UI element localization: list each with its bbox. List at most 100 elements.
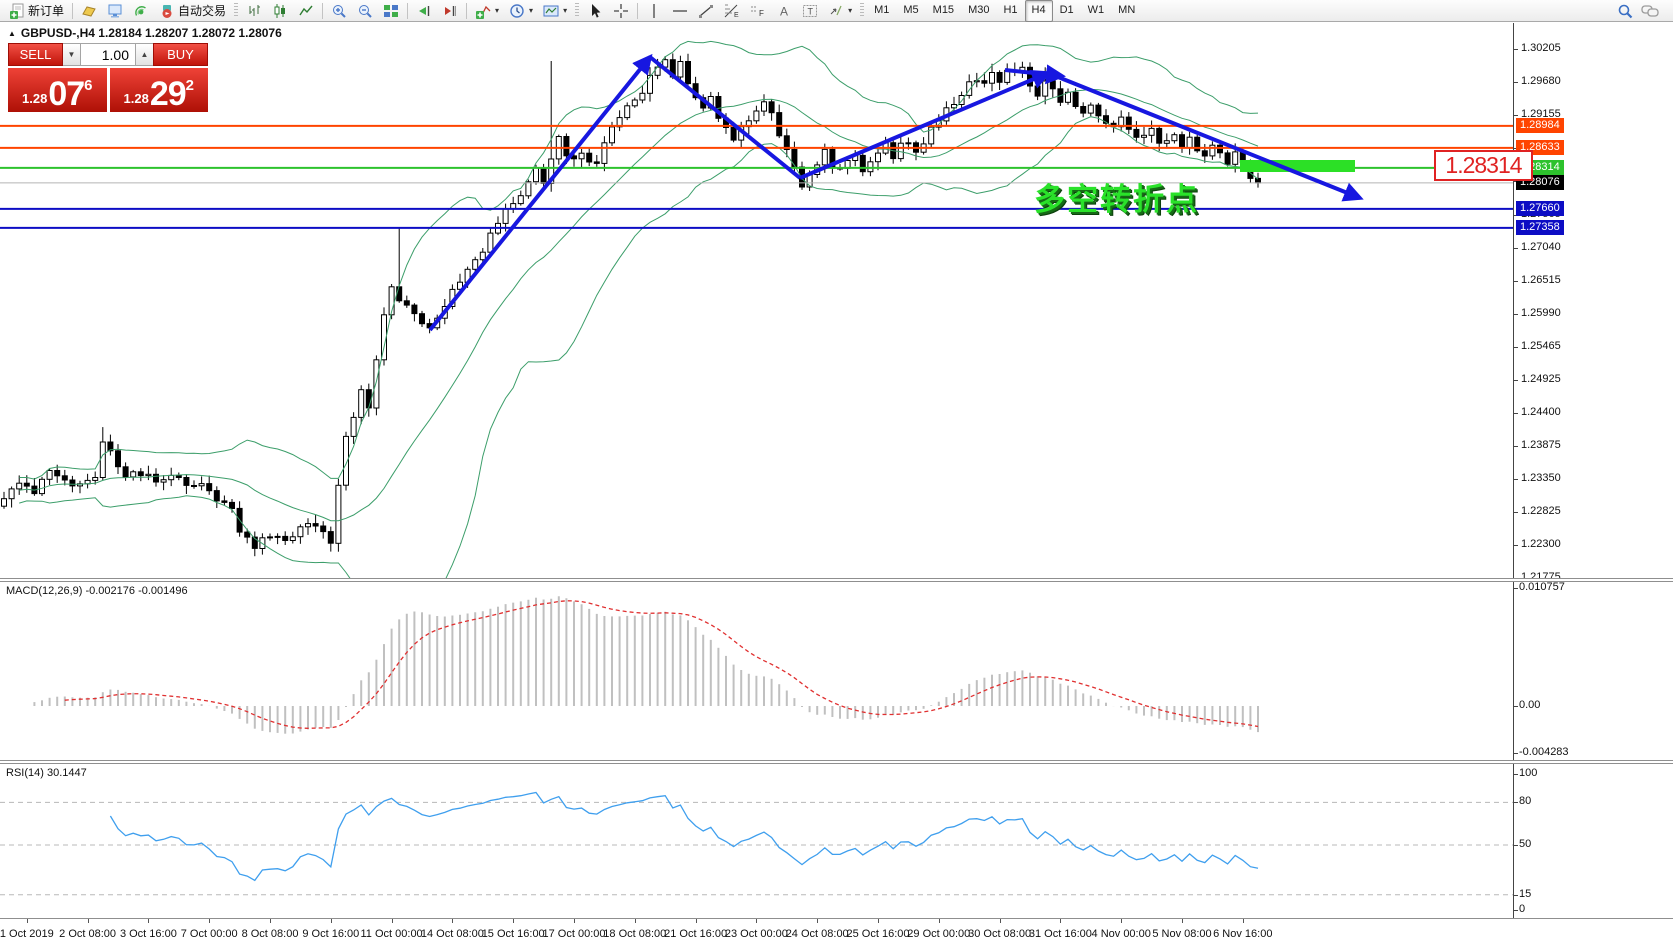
horizontal-line-tool-button[interactable] bbox=[667, 0, 693, 22]
clock-icon bbox=[509, 3, 525, 19]
macd-axis-tick-label: 0.010757 bbox=[1519, 581, 1565, 593]
main-chart-canvas[interactable] bbox=[0, 24, 1513, 578]
turning-point-annotation[interactable]: 多空转折点 bbox=[1034, 174, 1199, 219]
price-level-tag: 1.28984 bbox=[1516, 118, 1564, 133]
timeframe-button-w1[interactable]: W1 bbox=[1081, 0, 1112, 22]
panel-splitter[interactable] bbox=[0, 578, 1673, 582]
volume-input[interactable] bbox=[80, 43, 136, 66]
crosshair-tool-button[interactable] bbox=[608, 0, 634, 22]
timeframe-button-m1[interactable]: M1 bbox=[867, 0, 896, 22]
trade-panel-row1: SELL ▼ ▲ BUY bbox=[8, 43, 208, 66]
sell-button[interactable]: SELL bbox=[8, 43, 63, 66]
trendline-icon bbox=[698, 3, 714, 19]
timeframe-button-h1[interactable]: H1 bbox=[996, 0, 1024, 22]
time-axis-tickmark bbox=[392, 919, 393, 923]
line-chart-icon bbox=[298, 3, 314, 19]
auto-trading-icon bbox=[159, 3, 175, 19]
time-axis-tickmark bbox=[574, 919, 575, 923]
cursor-tool-button[interactable] bbox=[582, 0, 608, 22]
new-order-icon bbox=[9, 3, 25, 19]
vertical-line-tool-button[interactable] bbox=[641, 0, 667, 22]
macd-indicator-label: MACD(12,26,9) -0.002176 -0.001496 bbox=[6, 585, 188, 597]
new-order-button[interactable]: 新订单 bbox=[4, 0, 69, 22]
text-tool-button[interactable]: A bbox=[771, 0, 797, 22]
timeframe-button-h4[interactable]: H4 bbox=[1025, 0, 1053, 22]
time-axis-tickmark bbox=[331, 919, 332, 923]
rsi-axis-tick-label: 15 bbox=[1519, 888, 1531, 900]
macd-axis-tick-label: 0.00 bbox=[1519, 699, 1540, 711]
price-callout-box[interactable]: 1.28314 bbox=[1434, 150, 1533, 181]
rsi-panel-canvas[interactable] bbox=[0, 763, 1513, 918]
candlestick-mode-button[interactable] bbox=[267, 0, 293, 22]
time-axis-tickmark bbox=[1243, 919, 1244, 923]
timeframe-button-m15[interactable]: M15 bbox=[926, 0, 961, 22]
time-axis-label: 4 Nov 00:00 bbox=[1092, 928, 1151, 940]
time-axis-label: 31 Oct 16:00 bbox=[1029, 928, 1092, 940]
time-axis-label: 8 Oct 08:00 bbox=[242, 928, 299, 940]
tile-windows-button[interactable] bbox=[378, 0, 404, 22]
line-chart-mode-button[interactable] bbox=[293, 0, 319, 22]
vertical-line-icon bbox=[646, 3, 662, 19]
fibonacci-tool-button[interactable]: E bbox=[719, 0, 745, 22]
templates-button[interactable]: ▾ bbox=[538, 0, 572, 22]
auto-trading-button[interactable]: 自动交易 bbox=[154, 0, 231, 22]
fibonacci-icon: E bbox=[724, 3, 740, 19]
crosshair-icon bbox=[613, 3, 629, 19]
toolbar-right bbox=[1617, 3, 1669, 19]
timeframe-button-mn[interactable]: MN bbox=[1111, 0, 1142, 22]
auto-scroll-button[interactable] bbox=[411, 0, 437, 22]
price-axis-tick-label: 1.24925 bbox=[1521, 373, 1561, 385]
timeframe-button-m5[interactable]: M5 bbox=[896, 0, 925, 22]
toolbar: 新订单 自动交易 bbox=[0, 0, 1673, 22]
chart-shift-button[interactable] bbox=[437, 0, 463, 22]
price-axis-tick-label: 1.26515 bbox=[1521, 274, 1561, 286]
zoom-in-button[interactable] bbox=[326, 0, 352, 22]
time-axis-label: 25 Oct 16:00 bbox=[847, 928, 910, 940]
time-axis-label: 21 Oct 16:00 bbox=[664, 928, 727, 940]
collapse-panel-icon[interactable]: ▲ bbox=[8, 29, 16, 38]
macd-axis-tick-label: -0.004283 bbox=[1519, 746, 1569, 758]
timeframe-button-d1[interactable]: D1 bbox=[1053, 0, 1081, 22]
shapes-tool-button[interactable]: ▾ bbox=[823, 0, 857, 22]
time-axis-tickmark bbox=[817, 919, 818, 923]
template-icon bbox=[543, 3, 559, 19]
search-icon[interactable] bbox=[1617, 3, 1633, 19]
buy-price-display[interactable]: 1.28 29 2 bbox=[110, 68, 209, 112]
time-axis-tickmark bbox=[696, 919, 697, 923]
sell-price-display[interactable]: 1.28 07 6 bbox=[8, 68, 107, 112]
rsi-axis-tick-label: 80 bbox=[1519, 795, 1531, 807]
periods-button[interactable]: ▾ bbox=[504, 0, 538, 22]
chevron-down-icon: ▾ bbox=[848, 6, 852, 15]
volume-increase-button[interactable]: ▲ bbox=[136, 43, 153, 66]
time-axis-label: 17 Oct 00:00 bbox=[543, 928, 606, 940]
signals-button[interactable] bbox=[128, 0, 154, 22]
text-icon: A bbox=[776, 3, 792, 19]
indicators-button[interactable]: ▾ bbox=[470, 0, 504, 22]
label-tool-button[interactable]: T bbox=[797, 0, 823, 22]
toolbar-grip bbox=[234, 3, 238, 18]
macd-panel-canvas[interactable] bbox=[0, 581, 1513, 760]
buy-button[interactable]: BUY bbox=[153, 43, 208, 66]
timeframe-button-m30[interactable]: M30 bbox=[961, 0, 996, 22]
chevron-down-icon: ▾ bbox=[495, 6, 499, 15]
one-click-trade-panel: SELL ▼ ▲ BUY 1.28 07 6 1.28 29 2 bbox=[8, 43, 208, 112]
time-axis-tickmark bbox=[270, 919, 271, 923]
zoom-out-button[interactable] bbox=[352, 0, 378, 22]
arrows-icon bbox=[828, 3, 844, 19]
tile-windows-icon bbox=[383, 3, 399, 19]
time-axis[interactable]: 1 Oct 20192 Oct 08:003 Oct 16:007 Oct 00… bbox=[0, 918, 1673, 948]
channel-tool-button[interactable]: F bbox=[745, 0, 771, 22]
panel-splitter[interactable] bbox=[0, 760, 1673, 764]
mt4-terminal: 新订单 自动交易 bbox=[0, 0, 1673, 948]
sell-price-sup: 6 bbox=[84, 77, 92, 94]
buy-price-big: 29 bbox=[150, 79, 186, 110]
trendline-tool-button[interactable] bbox=[693, 0, 719, 22]
price-axis-tick-label: 1.30205 bbox=[1521, 42, 1561, 54]
toolbar-separator bbox=[72, 3, 73, 19]
volume-decrease-button[interactable]: ▼ bbox=[63, 43, 80, 66]
bar-chart-mode-button[interactable] bbox=[241, 0, 267, 22]
time-axis-tickmark bbox=[1000, 919, 1001, 923]
charts-list-button[interactable] bbox=[76, 0, 102, 22]
terminal-button[interactable] bbox=[102, 0, 128, 22]
chat-icon[interactable] bbox=[1641, 3, 1659, 19]
